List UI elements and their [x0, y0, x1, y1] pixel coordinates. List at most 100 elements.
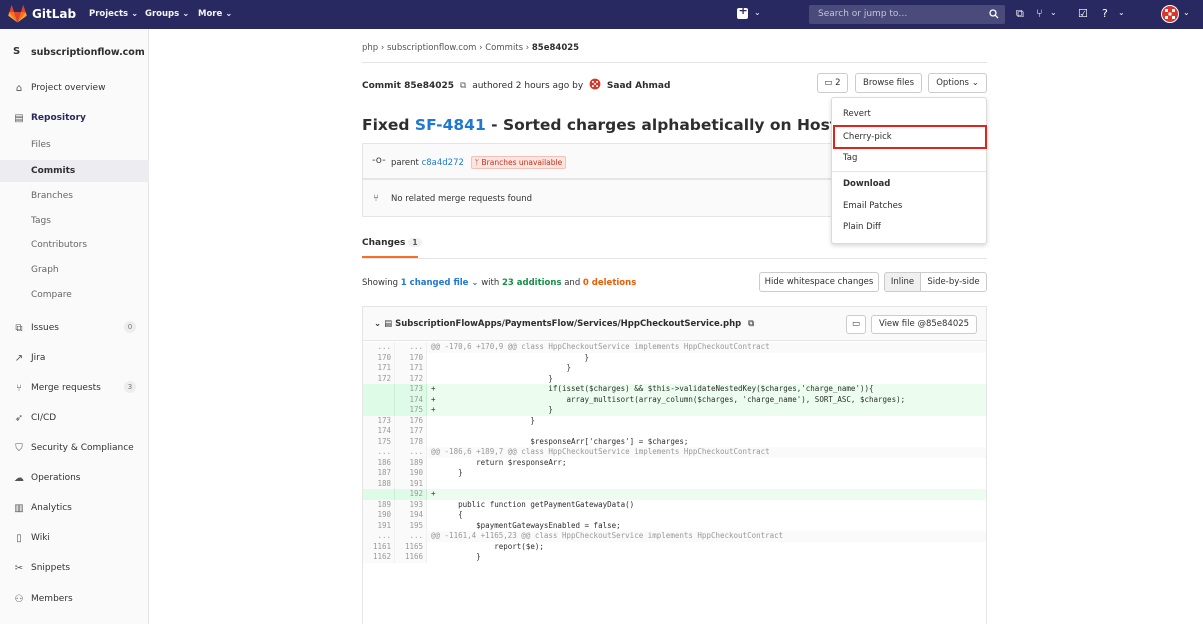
- comments-button[interactable]: ▭ 2: [817, 73, 848, 93]
- merge-request-icon[interactable]: ⑂: [1036, 7, 1043, 20]
- old-line-number[interactable]: 171: [363, 363, 395, 374]
- sidebar-item-label: Compare: [31, 290, 72, 300]
- new-line-number[interactable]: 190: [395, 468, 427, 479]
- new-line-number[interactable]: 170: [395, 352, 427, 363]
- plain-diff-menu-item[interactable]: Plain Diff: [843, 222, 881, 232]
- chevron-down-icon[interactable]: ⌄: [1050, 8, 1057, 17]
- breadcrumb-item[interactable]: php: [362, 43, 378, 53]
- side-by-side-button[interactable]: Side-by-side: [920, 272, 987, 292]
- issue-link[interactable]: SF-4841: [415, 116, 486, 134]
- revert-menu-item[interactable]: Revert: [843, 109, 871, 119]
- help-icon[interactable]: ?: [1102, 7, 1108, 20]
- diff-line: 173 176 }: [363, 415, 986, 426]
- old-line-number[interactable]: 175: [363, 436, 395, 447]
- changed-files-dropdown[interactable]: 1 changed file ⌄: [401, 278, 479, 288]
- old-line-number[interactable]: 1161: [363, 541, 395, 552]
- new-line-number[interactable]: 175: [395, 405, 427, 416]
- diff-line-added: 175 + }: [363, 405, 986, 416]
- email-patches-menu-item[interactable]: Email Patches: [843, 201, 902, 211]
- breadcrumb: php › subscriptionflow.com › Commits › 8…: [362, 43, 580, 53]
- diff-line: 175 178 $responseArr['charges'] = $charge…: [363, 436, 986, 447]
- old-line-number[interactable]: 188: [363, 478, 395, 489]
- new-line-number[interactable]: 176: [395, 415, 427, 426]
- new-line-number[interactable]: ...: [395, 531, 427, 542]
- rocket-icon: ➶: [14, 413, 24, 424]
- old-line-number[interactable]: 189: [363, 499, 395, 510]
- new-line-number[interactable]: 191: [395, 478, 427, 489]
- tab-changes[interactable]: Changes 1: [362, 238, 422, 248]
- project-header[interactable]: S subscriptionflow.com: [0, 29, 149, 74]
- new-line-number[interactable]: 172: [395, 373, 427, 384]
- new-line-number[interactable]: 178: [395, 436, 427, 447]
- options-button[interactable]: Options ⌄: [928, 73, 987, 93]
- old-line-number[interactable]: ...: [363, 447, 395, 458]
- chevron-down-icon[interactable]: ⌄: [1118, 8, 1125, 17]
- new-line-number[interactable]: 171: [395, 363, 427, 374]
- project-avatar: S: [13, 46, 21, 57]
- sidebar-item-commits[interactable]: Commits: [0, 160, 149, 182]
- old-line-number[interactable]: 187: [363, 468, 395, 479]
- brand-name[interactable]: GitLab: [32, 7, 76, 21]
- old-line-number[interactable]: 174: [363, 426, 395, 437]
- nav-groups[interactable]: Groups ⌄: [145, 9, 189, 19]
- diff-hunk-header: ...... @@ -186,6 +189,7 @@ class HppCheck…: [363, 447, 986, 458]
- new-line-number[interactable]: 177: [395, 426, 427, 437]
- diff-line: 188 191: [363, 478, 986, 489]
- inline-view-button[interactable]: Inline: [884, 272, 921, 292]
- options-dropdown-menu: Revert Cherry-pick Tag Download Email Pa…: [831, 97, 987, 244]
- new-line-number[interactable]: 195: [395, 520, 427, 531]
- avatar[interactable]: [589, 78, 601, 90]
- new-line-number[interactable]: 1166: [395, 552, 427, 563]
- old-line-number[interactable]: ...: [363, 531, 395, 542]
- old-line-number[interactable]: [363, 489, 395, 500]
- nav-projects[interactable]: Projects ⌄: [89, 9, 138, 19]
- divider: [362, 258, 987, 259]
- chevron-down-icon[interactable]: ⌄: [374, 319, 381, 329]
- nav-more[interactable]: More ⌄: [198, 9, 232, 19]
- new-line-number[interactable]: 189: [395, 457, 427, 468]
- comment-icon[interactable]: ▭: [846, 315, 866, 334]
- new-line-number[interactable]: 194: [395, 510, 427, 521]
- old-line-number[interactable]: 173: [363, 415, 395, 426]
- breadcrumb-item[interactable]: subscriptionflow.com: [387, 43, 476, 53]
- hide-whitespace-button[interactable]: Hide whitespace changes: [759, 272, 879, 292]
- tag-menu-item[interactable]: Tag: [843, 153, 857, 163]
- diff-code: }: [431, 415, 535, 425]
- view-file-button[interactable]: View file @85e84025: [871, 315, 977, 334]
- old-line-number[interactable]: ...: [363, 342, 395, 353]
- issues-icon[interactable]: ⧉: [1016, 7, 1024, 21]
- old-line-number[interactable]: 191: [363, 520, 395, 531]
- search-input[interactable]: Search or jump to…: [809, 5, 1005, 24]
- scissors-icon: ✂: [14, 563, 24, 574]
- author-name[interactable]: Saad Ahmad: [607, 81, 670, 91]
- new-line-number[interactable]: 174: [395, 394, 427, 405]
- breadcrumb-item[interactable]: Commits: [485, 43, 523, 53]
- old-line-number[interactable]: 170: [363, 352, 395, 363]
- new-line-number[interactable]: 1165: [395, 541, 427, 552]
- diff-line: 187 190 }: [363, 468, 986, 479]
- old-line-number[interactable]: [363, 384, 395, 395]
- new-line-number[interactable]: ...: [395, 342, 427, 353]
- old-line-number[interactable]: 190: [363, 510, 395, 521]
- old-line-number[interactable]: 1162: [363, 552, 395, 563]
- breadcrumb-current[interactable]: 85e84025: [532, 43, 579, 53]
- new-line-number[interactable]: ...: [395, 447, 427, 458]
- old-line-number[interactable]: 172: [363, 373, 395, 384]
- copy-icon[interactable]: ⧉: [748, 319, 754, 329]
- old-line-number[interactable]: [363, 405, 395, 416]
- old-line-number[interactable]: 186: [363, 457, 395, 468]
- file-path[interactable]: ⌄ ▤ SubscriptionFlowApps/PaymentsFlow/Se…: [374, 319, 754, 329]
- new-line-number[interactable]: 193: [395, 499, 427, 510]
- chevron-down-icon[interactable]: ⌄: [754, 8, 761, 17]
- new-line-number[interactable]: 173: [395, 384, 427, 395]
- copy-icon[interactable]: ⧉: [460, 81, 466, 91]
- browse-files-button[interactable]: Browse files: [855, 73, 922, 93]
- gitlab-logo-icon[interactable]: [8, 5, 27, 23]
- todo-icon[interactable]: ☑: [1078, 7, 1088, 20]
- new-item-icon[interactable]: [737, 4, 748, 19]
- parent-sha-link[interactable]: c8a4d272: [422, 158, 464, 168]
- chevron-down-icon[interactable]: ⌄: [1183, 8, 1190, 17]
- new-line-number[interactable]: 192: [395, 489, 427, 500]
- old-line-number[interactable]: [363, 394, 395, 405]
- avatar[interactable]: [1160, 4, 1180, 24]
